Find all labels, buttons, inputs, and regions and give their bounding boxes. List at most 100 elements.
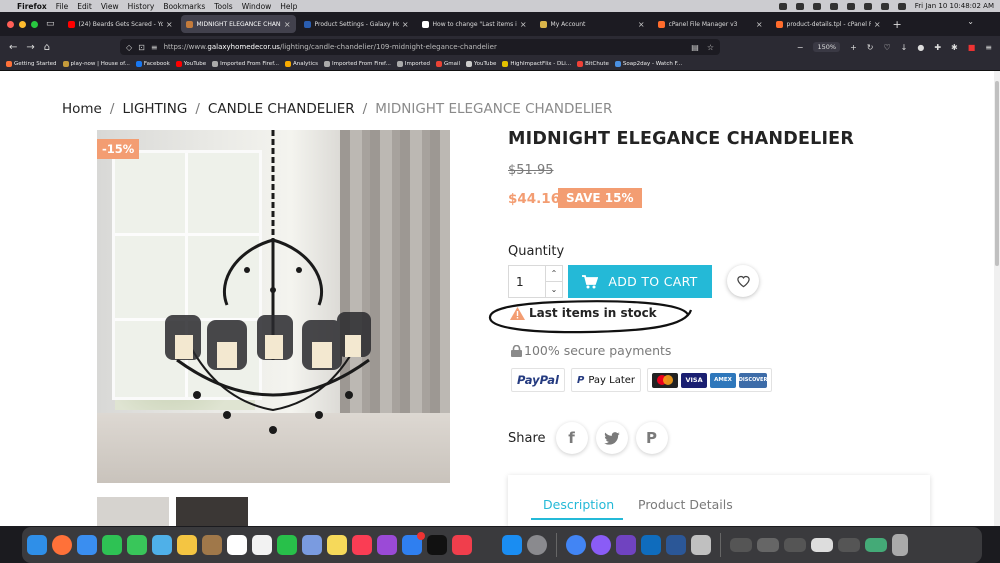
browser-tab-active[interactable]: MIDNIGHT ELEGANCE CHANDE × [180,15,296,33]
home-icon[interactable]: ⌂ [44,42,50,53]
back-arrow-icon[interactable]: ← [9,42,17,53]
permissions-icon[interactable]: ≡ [151,43,158,52]
product-thumbnail[interactable] [97,497,169,526]
breadcrumb-candle-chandelier[interactable]: CANDLE CHANDELIER [208,101,355,117]
close-window-button[interactable] [7,20,14,28]
breadcrumb-home[interactable]: Home [62,101,102,117]
menubar-clock[interactable]: Fri Jan 10 10:48:02 AM [915,2,994,10]
reload-icon[interactable]: ↻ [867,43,874,52]
bookmark-item[interactable]: Soap2day - Watch F... [614,61,682,67]
close-tab-icon[interactable]: × [874,20,881,29]
system-settings-icon[interactable] [527,535,547,555]
quantity-down-chevron-icon[interactable]: ⌄ [546,282,562,297]
close-tab-icon[interactable]: × [284,20,291,29]
minimized-window-thumbnail[interactable] [838,538,860,552]
forward-arrow-icon[interactable]: → [26,42,34,53]
downloads-icon[interactable]: ↓ [901,43,908,52]
minimized-window-thumbnail[interactable] [784,538,806,552]
scrollbar-thumb[interactable] [995,81,999,266]
reader-view-icon[interactable]: ▤ [691,43,699,52]
news-icon[interactable] [452,535,472,555]
minimized-window-thumbnail[interactable] [730,538,752,552]
contacts-icon[interactable] [202,535,222,555]
facebook-share-button[interactable]: f [555,422,588,454]
reminders-icon[interactable] [252,535,272,555]
close-tab-icon[interactable]: × [520,20,527,29]
quantity-input[interactable]: 1 [509,266,545,297]
pages-icon[interactable] [477,535,497,555]
app-menu-icon[interactable]: ≡ [985,43,992,52]
menu-window[interactable]: Window [242,2,272,11]
browser-tab[interactable]: How to change "Last items in st × [417,15,532,33]
browser-tab[interactable]: (24) Beards Gets Scared - YouT × [63,15,178,33]
numbers-icon[interactable] [277,535,297,555]
menu-edit[interactable]: Edit [77,2,92,11]
menu-tools[interactable]: Tools [214,2,232,11]
quantity-up-chevron-icon[interactable]: ⌃ [546,266,562,282]
minimized-window-thumbnail[interactable] [811,538,833,552]
trash-icon[interactable] [892,534,908,556]
bookmark-item[interactable]: BitChute [577,61,609,67]
pinterest-share-button[interactable]: P [635,422,668,454]
facetime-icon[interactable] [102,535,122,555]
launchpad-icon[interactable] [302,535,322,555]
add-to-cart-button[interactable]: ADD TO CART [568,265,712,298]
tab-product-details[interactable]: Product Details [638,497,733,512]
shield-icon[interactable]: ◇ [126,43,132,52]
bookmark-item[interactable]: YouTube [175,61,206,67]
messages-icon[interactable] [127,535,147,555]
bookmark-item[interactable]: Getting Started [6,61,57,67]
page-scrollbar[interactable] [994,71,1000,526]
podcasts-icon[interactable] [377,535,397,555]
close-tab-icon[interactable]: × [166,20,173,29]
status-app-icon[interactable] [795,2,804,10]
close-tab-icon[interactable]: × [756,20,763,29]
menu-history[interactable]: History [128,2,155,11]
minimize-window-button[interactable] [19,20,26,28]
chrome-icon[interactable] [566,535,586,555]
search-icon[interactable] [880,2,889,10]
browser-tab[interactable]: product-details.tpl - cPanel File × [771,15,886,33]
zoom-out-icon[interactable]: − [797,43,804,52]
app-store-icon[interactable] [402,532,425,555]
new-tab-plus-icon[interactable]: + [893,18,902,31]
close-tab-icon[interactable]: × [402,20,409,29]
bookmark-item[interactable]: Facebook [135,61,170,67]
bookmark-item[interactable]: YouTube [466,61,496,67]
browser-tab[interactable]: cPanel File Manager v3 × [653,15,768,33]
zoom-level[interactable]: 150% [813,42,841,52]
bookmark-star-icon[interactable]: ☆ [707,43,714,52]
breadcrumb-lighting[interactable]: LIGHTING [122,101,187,117]
browser-tab[interactable]: My Account × [535,15,650,33]
account-icon[interactable]: ● [917,43,924,52]
extension-flag-icon[interactable]: ✚ [934,43,941,52]
appstore-icon[interactable] [502,535,522,555]
twitter-share-button[interactable] [595,422,628,454]
paypal-button[interactable]: PayPal [511,368,565,392]
lock-icon[interactable]: ⊡ [138,43,145,52]
bluetooth-icon[interactable] [829,2,838,10]
mail-icon[interactable] [77,535,97,555]
bookmark-item[interactable]: play-now | House of... [62,61,130,67]
bookmark-item[interactable]: Gmail [435,61,460,67]
outlook-icon[interactable] [641,535,661,555]
menu-file[interactable]: File [56,2,69,11]
status-app-icon[interactable] [778,2,787,10]
apple-tv-icon[interactable] [427,535,447,555]
tab-description[interactable]: Description [543,497,614,512]
firefox-icon[interactable] [52,535,72,555]
maps-icon[interactable] [152,535,172,555]
list-all-tabs-chevron-icon[interactable]: ⌄ [967,17,974,26]
pocket-icon[interactable]: ♡ [883,43,890,52]
photos-icon[interactable] [177,535,197,555]
tab-overview-icon[interactable]: ▭ [46,19,55,29]
paypal-pay-later-button[interactable]: P Pay Later [571,368,642,392]
notes-icon[interactable] [327,535,347,555]
menu-bookmarks[interactable]: Bookmarks [163,2,205,11]
bookmark-item[interactable]: HighImpactFlix - DLi... [502,61,571,67]
bookmark-folder[interactable]: Imported [396,61,430,67]
menu-view[interactable]: View [101,2,119,11]
menu-app-name[interactable]: Firefox [17,2,47,11]
product-main-image[interactable] [97,130,450,483]
zoom-window-button[interactable] [31,20,38,28]
